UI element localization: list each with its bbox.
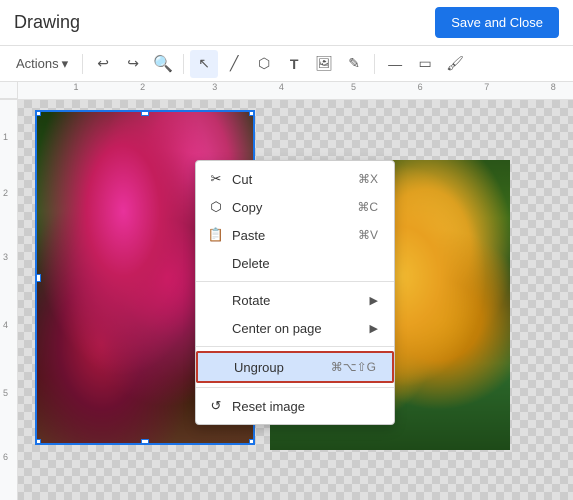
zoom-button[interactable]: 🔍 [149, 50, 177, 78]
handle-tm[interactable] [141, 110, 149, 116]
reset-icon: ↺ [208, 398, 224, 414]
select-tool-button[interactable]: ↖ [190, 50, 218, 78]
rotate-label: Rotate [232, 293, 270, 308]
handle-tr[interactable] [249, 110, 255, 116]
copy-shortcut: ⌘C [357, 200, 378, 214]
fill-icon: 🖌 [446, 55, 464, 72]
toolbar: Actions ▾ ↩ ↪ 🔍 ↖ ╱ ⬡ T 🖼 ✎ — ▭ 🖌 [0, 46, 573, 82]
handle-bm[interactable] [141, 439, 149, 445]
shape-icon: ⬡ [258, 55, 270, 72]
undo-icon: ↩ [97, 55, 109, 72]
text-icon: T [290, 56, 299, 72]
paste-shortcut: ⌘V [358, 228, 378, 242]
vertical-ruler: 1 2 3 4 5 6 [0, 100, 18, 500]
menu-delete[interactable]: Delete [196, 249, 394, 277]
line-tool-button[interactable]: ╱ [220, 50, 248, 78]
canvas-area[interactable]: 1 2 3 4 5 6 JimMake ✂ C [0, 100, 573, 500]
toolbar-separator-3 [374, 54, 375, 74]
pen-icon: ✎ [348, 55, 360, 72]
menu-sep-3 [196, 387, 394, 388]
line-icon: ╱ [230, 55, 238, 72]
menu-rotate[interactable]: Rotate ▶ [196, 286, 394, 314]
menu-copy[interactable]: ⬡ Copy ⌘C [196, 193, 394, 221]
rotate-arrow-icon: ▶ [370, 294, 378, 307]
pen-tool-button[interactable]: ✎ [340, 50, 368, 78]
text-tool-button[interactable]: T [280, 50, 308, 78]
actions-label: Actions [16, 56, 59, 71]
cut-label: Cut [232, 172, 252, 187]
ungroup-label: Ungroup [234, 360, 284, 375]
image-tool-button[interactable]: 🖼 [310, 50, 338, 78]
handle-br[interactable] [249, 439, 255, 445]
line-style-icon: — [388, 56, 402, 72]
handle-bl[interactable] [35, 439, 41, 445]
center-on-page-label: Center on page [232, 321, 322, 336]
fill-button[interactable]: 🖌 [441, 50, 469, 78]
cut-icon: ✂ [208, 171, 224, 187]
toolbar-separator-1 [82, 54, 83, 74]
handle-ml[interactable] [35, 274, 41, 282]
rotate-icon [208, 292, 224, 308]
cut-shortcut: ⌘X [358, 172, 378, 186]
actions-menu-button[interactable]: Actions ▾ [8, 52, 76, 76]
image-icon: 🖼 [315, 55, 333, 72]
copy-label: Copy [232, 200, 262, 215]
undo-button[interactable]: ↩ [89, 50, 117, 78]
menu-sep-2 [196, 346, 394, 347]
menu-center-on-page[interactable]: Center on page ▶ [196, 314, 394, 342]
ungroup-icon [210, 359, 226, 375]
delete-label: Delete [232, 256, 270, 271]
context-menu: ✂ Cut ⌘X ⬡ Copy ⌘C 📋 Paste ⌘V Delete [195, 160, 395, 425]
save-close-button[interactable]: Save and Close [435, 7, 559, 38]
center-arrow-icon: ▶ [370, 322, 378, 335]
menu-cut[interactable]: ✂ Cut ⌘X [196, 165, 394, 193]
horizontal-ruler: 1 2 3 4 5 6 7 8 [0, 82, 573, 100]
line-style-button[interactable]: — [381, 50, 409, 78]
toolbar-separator-2 [183, 54, 184, 74]
redo-icon: ↪ [127, 55, 139, 72]
reset-image-label: Reset image [232, 399, 305, 414]
header: Drawing Save and Close [0, 0, 573, 46]
paste-label: Paste [232, 228, 265, 243]
app-title: Drawing [14, 12, 80, 33]
redo-button[interactable]: ↪ [119, 50, 147, 78]
ungroup-shortcut: ⌘⌥⇧G [331, 360, 376, 374]
menu-paste[interactable]: 📋 Paste ⌘V [196, 221, 394, 249]
center-icon [208, 320, 224, 336]
actions-chevron-icon: ▾ [62, 56, 69, 72]
zoom-icon: 🔍 [153, 54, 173, 74]
copy-icon: ⬡ [208, 199, 224, 215]
border-icon: ▭ [419, 55, 432, 72]
shape-tool-button[interactable]: ⬡ [250, 50, 278, 78]
menu-ungroup[interactable]: Ungroup ⌘⌥⇧G [196, 351, 394, 383]
select-icon: ↖ [198, 55, 210, 72]
menu-reset-image[interactable]: ↺ Reset image [196, 392, 394, 420]
paste-icon: 📋 [208, 227, 224, 243]
delete-icon [208, 255, 224, 271]
handle-tl[interactable] [35, 110, 41, 116]
menu-sep-1 [196, 281, 394, 282]
border-button[interactable]: ▭ [411, 50, 439, 78]
